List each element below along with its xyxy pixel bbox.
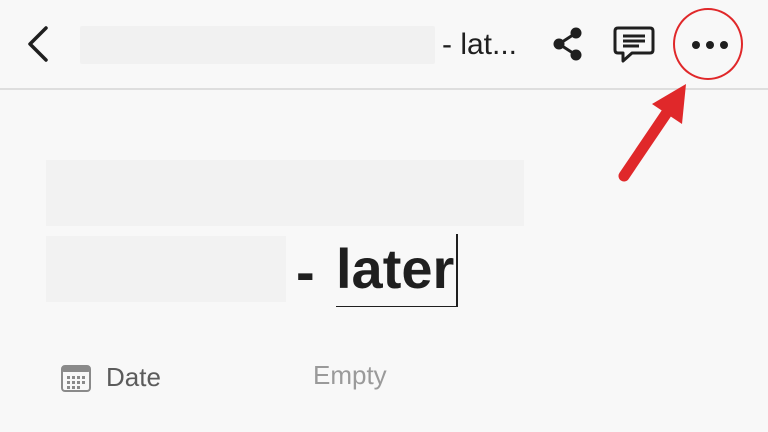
calendar-icon	[61, 365, 91, 392]
comment-button[interactable]	[610, 22, 658, 68]
share-button[interactable]	[548, 24, 588, 64]
property-label: Date	[106, 362, 161, 392]
property-value[interactable]: Empty	[313, 358, 387, 392]
annotation-arrow-icon	[618, 84, 686, 182]
back-button[interactable]	[20, 22, 56, 66]
redacted-content	[46, 160, 524, 226]
page-title: - lat...	[442, 28, 518, 61]
top-app-bar: - lat...	[0, 0, 768, 90]
share-icon	[553, 27, 582, 61]
redacted-title-area	[80, 26, 435, 64]
chevron-left-icon	[28, 26, 48, 62]
redacted-content	[46, 236, 286, 302]
comment-icon	[613, 26, 655, 63]
annotation-circle	[673, 8, 743, 80]
page-heading-editable[interactable]: later	[336, 234, 459, 307]
page: - lat... - later Date Empty	[0, 0, 768, 432]
page-heading-dash: -	[296, 240, 315, 303]
